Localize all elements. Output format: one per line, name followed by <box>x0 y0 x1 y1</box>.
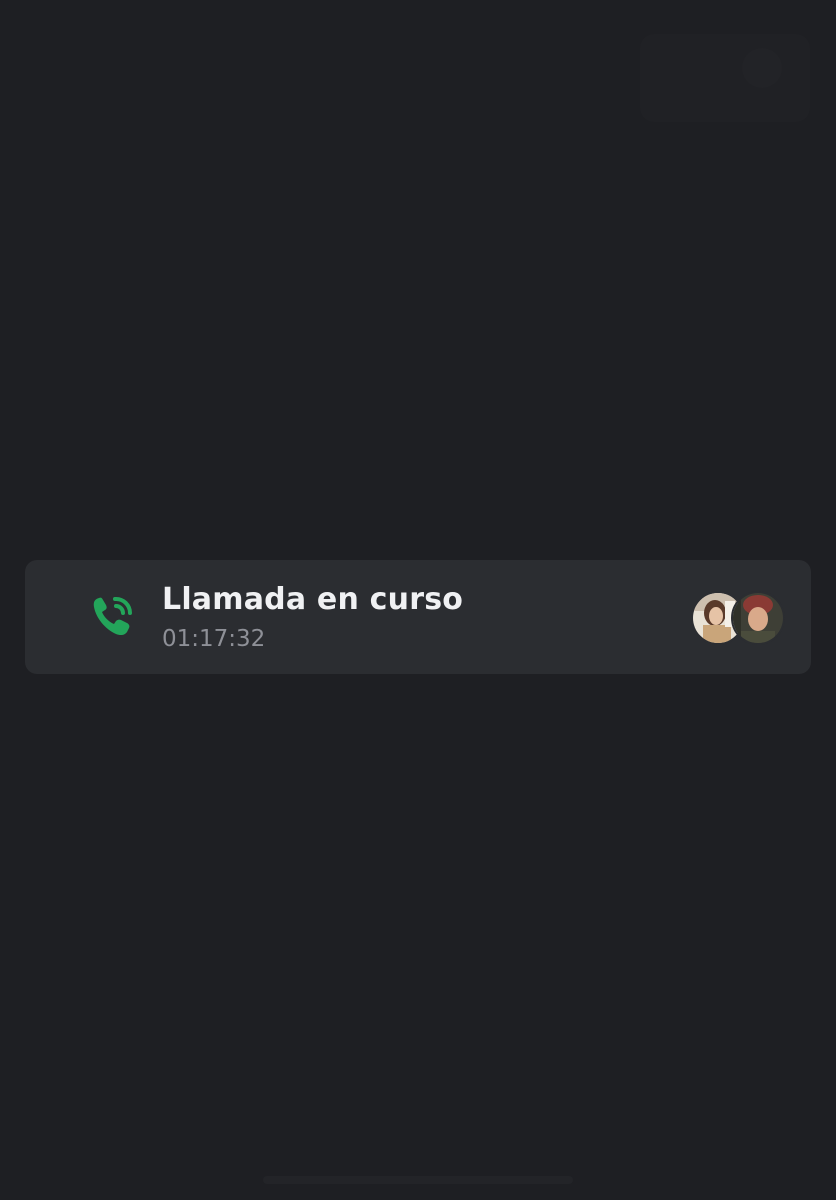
participant-avatars <box>691 591 791 645</box>
avatar-icon <box>742 48 782 88</box>
top-header <box>0 0 836 130</box>
home-indicator <box>263 1176 573 1184</box>
app-screen: Llamada en curso 01:17:32 <box>0 0 836 1200</box>
ongoing-call-card[interactable]: Llamada en curso 01:17:32 <box>25 560 811 674</box>
call-elapsed-time: 01:17:32 <box>162 626 266 652</box>
top-action-area <box>640 34 810 122</box>
call-title: Llamada en curso <box>162 582 464 617</box>
phone-ringing-icon <box>89 592 145 642</box>
participant-avatar-2 <box>731 591 785 645</box>
